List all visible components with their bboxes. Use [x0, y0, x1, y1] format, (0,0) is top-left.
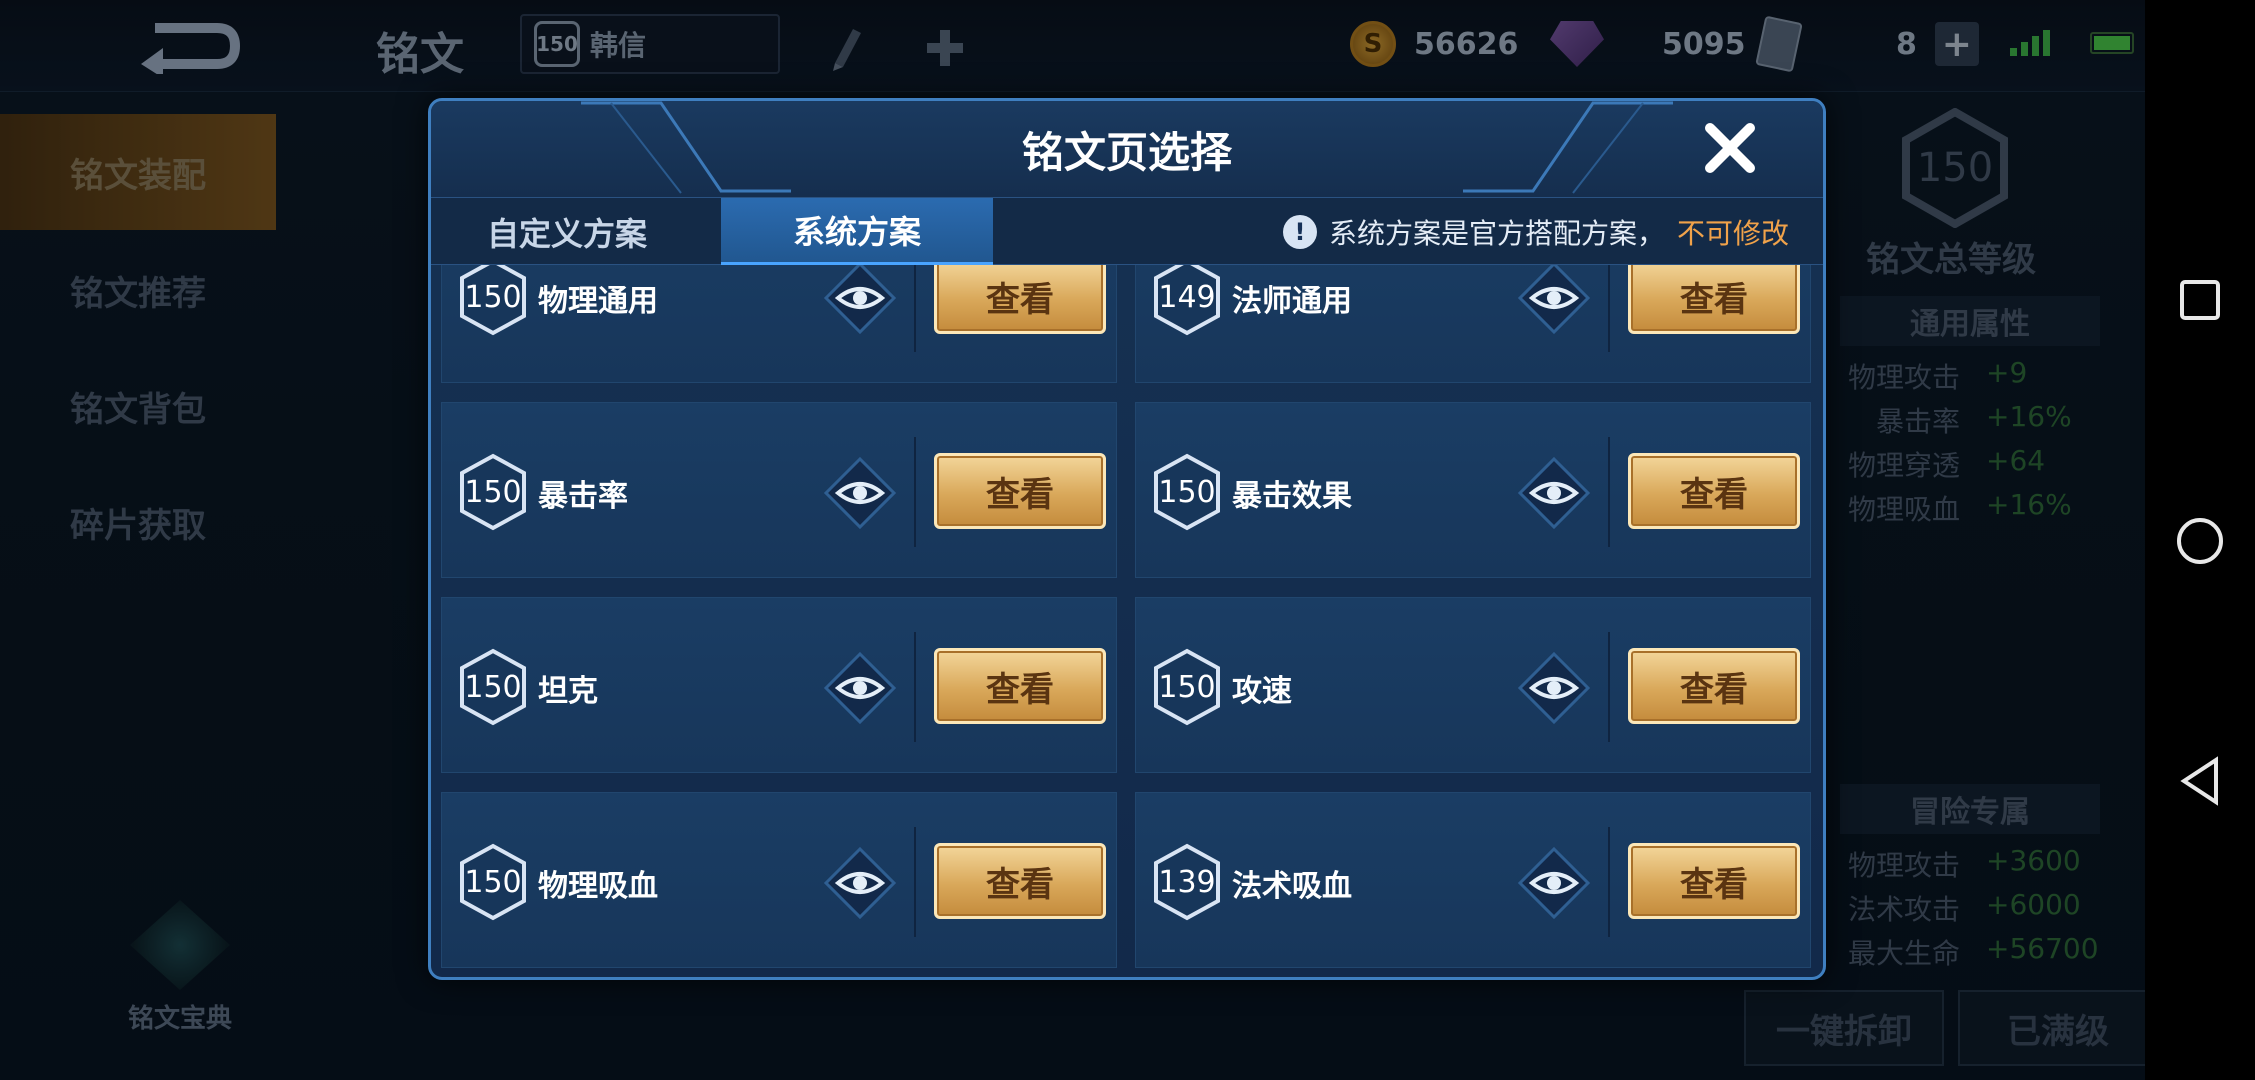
level-badge: 150: [458, 265, 528, 336]
view-button[interactable]: 查看: [934, 648, 1106, 724]
rune-page-card: 150 暴击率 查看: [441, 402, 1117, 578]
divider: [1608, 265, 1610, 352]
rune-page-card: 150 物理通用 查看: [441, 265, 1117, 383]
divider: [1608, 632, 1610, 742]
view-button[interactable]: 查看: [1628, 843, 1800, 919]
view-button[interactable]: 查看: [934, 843, 1106, 919]
dialog-header: 铭文页选择: [431, 101, 1823, 197]
rune-page-card: 139 法术吸血 查看: [1135, 792, 1811, 968]
rune-page-grid: 150 物理通用 查看 149 法师通用 查看 150 暴击率 查看 150 暴…: [441, 265, 1813, 977]
divider: [914, 827, 916, 937]
rune-page-card: 150 物理吸血 查看: [441, 792, 1117, 968]
dialog-tabs: 自定义方案 系统方案 ! 系统方案是官方搭配方案， 不可修改: [431, 197, 1823, 266]
divider: [1608, 827, 1610, 937]
rune-page-card: 150 攻速 查看: [1135, 597, 1811, 773]
page-name: 攻速: [1232, 674, 1292, 709]
level-badge: 150: [1152, 453, 1222, 531]
view-button[interactable]: 查看: [1628, 453, 1800, 529]
rune-page-card: 149 法师通用 查看: [1135, 265, 1811, 383]
home-icon[interactable]: [2175, 516, 2225, 566]
preview-eye-icon[interactable]: [1516, 265, 1592, 336]
system-notice: ! 系统方案是官方搭配方案， 不可修改: [1282, 198, 1789, 266]
level-badge: 150: [458, 453, 528, 531]
preview-eye-icon[interactable]: [822, 845, 898, 921]
divider: [914, 265, 916, 352]
view-button[interactable]: 查看: [934, 453, 1106, 529]
divider: [1608, 437, 1610, 547]
rune-page-card: 150 坦克 查看: [441, 597, 1117, 773]
view-button[interactable]: 查看: [1628, 265, 1800, 334]
close-button[interactable]: [1697, 115, 1763, 181]
preview-eye-icon[interactable]: [822, 650, 898, 726]
view-button[interactable]: 查看: [934, 265, 1106, 334]
view-button[interactable]: 查看: [1628, 648, 1800, 724]
preview-eye-icon[interactable]: [822, 265, 898, 336]
preview-eye-icon[interactable]: [1516, 650, 1592, 726]
level-badge: 150: [458, 648, 528, 726]
level-badge: 149: [1152, 265, 1222, 336]
notice-warning: 不可修改: [1676, 217, 1789, 250]
tab-custom[interactable]: 自定义方案: [431, 198, 703, 266]
level-badge: 150: [1152, 648, 1222, 726]
close-icon: [1705, 123, 1755, 173]
preview-eye-icon[interactable]: [1516, 845, 1592, 921]
level-badge: 150: [458, 843, 528, 921]
android-nav-bar: [2145, 0, 2255, 1080]
recent-apps-icon[interactable]: [2175, 275, 2225, 325]
page-name: 坦克: [538, 674, 598, 709]
preview-eye-icon[interactable]: [822, 455, 898, 531]
notice-text: 系统方案是官方搭配方案，: [1328, 217, 1665, 250]
page-name: 法师通用: [1232, 284, 1352, 319]
rune-page-card: 150 暴击效果 查看: [1135, 402, 1811, 578]
level-badge: 139: [1152, 843, 1222, 921]
page-name: 暴击率: [538, 479, 628, 514]
info-icon: !: [1282, 215, 1317, 249]
rune-page-dialog: 铭文页选择 自定义方案 系统方案 ! 系统方案是官方搭配方案， 不可修改 150 …: [428, 98, 1826, 980]
tab-system[interactable]: 系统方案: [721, 198, 993, 266]
preview-eye-icon[interactable]: [1516, 455, 1592, 531]
divider: [914, 632, 916, 742]
page-name: 法术吸血: [1232, 869, 1352, 904]
page-name: 物理通用: [538, 284, 658, 319]
dialog-title: 铭文页选择: [1021, 128, 1232, 177]
divider: [914, 437, 916, 547]
back-nav-icon[interactable]: [2175, 756, 2225, 806]
page-name: 物理吸血: [538, 869, 658, 904]
page-name: 暴击效果: [1232, 479, 1352, 514]
